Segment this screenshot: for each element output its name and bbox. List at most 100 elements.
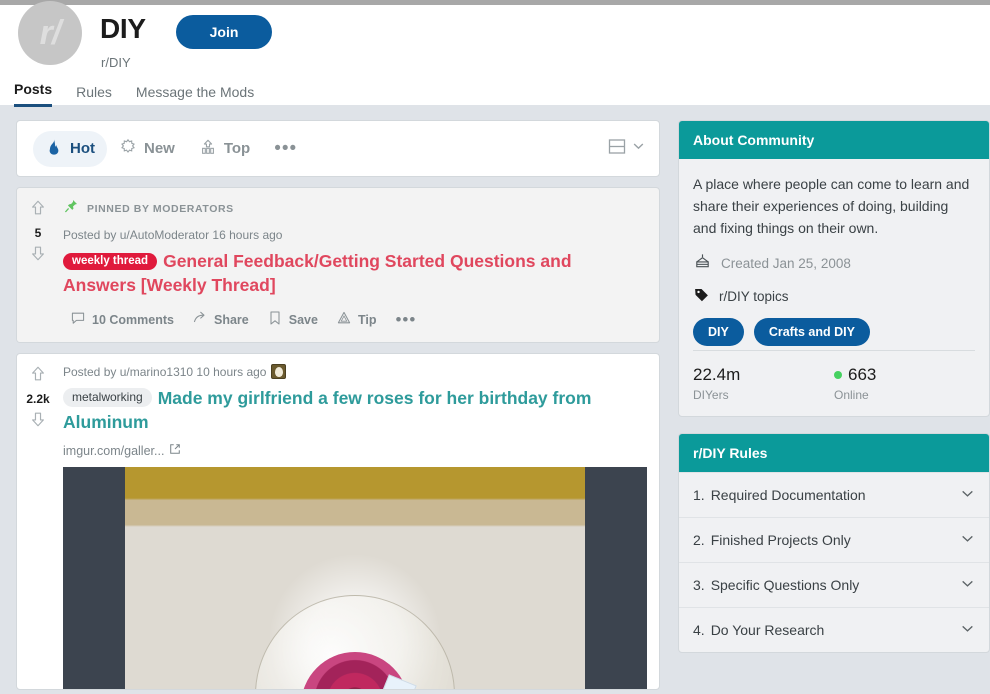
vote-count: 5 (34, 226, 42, 240)
post-flair[interactable]: metalworking (63, 388, 152, 407)
post-actions: 10 Comments Share Save Tip ••• (63, 306, 647, 342)
created-date-text: Created Jan 25, 2008 (721, 255, 851, 271)
flame-icon (45, 138, 63, 160)
share-icon (192, 310, 208, 329)
sidebar-divider (693, 350, 975, 351)
tag-icon (693, 286, 710, 306)
tip-label: Tip (357, 312, 377, 327)
rule-item-4[interactable]: 4. Do Your Research (679, 607, 989, 652)
sort-option-top[interactable]: Top (187, 131, 262, 167)
sort-option-hot-label: Hot (70, 140, 95, 157)
vote-column: 2.2k (17, 354, 59, 689)
rule-text-2: 2. Finished Projects Only (693, 532, 851, 548)
post-card-aluminum-roses[interactable]: 2.2k Posted by u/marino1310 10 hours ago… (16, 353, 660, 690)
sort-more-button[interactable]: ••• (262, 139, 309, 158)
rule-item-2[interactable]: 2. Finished Projects Only (679, 517, 989, 562)
rule-label-2: Finished Projects Only (710, 532, 851, 548)
stat-diyers: 22.4m DIYers (693, 365, 834, 402)
rule-label-3: Specific Questions Only (710, 577, 860, 593)
share-label: Share (213, 312, 249, 327)
tab-rules[interactable]: Rules (76, 84, 112, 107)
post-body: PINNED BY MODERATORS Posted by u/AutoMod… (59, 188, 659, 342)
rule-number-4: 4. (693, 622, 705, 638)
about-community-card: About Community A place where people can… (678, 120, 990, 417)
about-community-heading: About Community (679, 121, 989, 159)
view-mode-selector[interactable] (607, 136, 645, 161)
topics-label: r/DIY topics (719, 288, 789, 304)
pinned-label: PINNED BY MODERATORS (87, 202, 234, 215)
downvote-icon[interactable] (29, 410, 47, 433)
rule-label-4: Do Your Research (710, 622, 825, 638)
chevron-down-icon[interactable] (960, 531, 975, 549)
sort-option-top-label: Top (223, 140, 251, 157)
chevron-down-icon[interactable] (960, 486, 975, 504)
post-feed: Hot New Top ••• 5 PINNED BY MODERATORS P… (16, 120, 660, 690)
post-meta: Posted by u/AutoModerator 16 hours ago (63, 228, 647, 242)
post-flair[interactable]: weekly thread (63, 253, 158, 270)
vote-column: 5 (17, 188, 59, 342)
downvote-icon[interactable] (29, 244, 47, 267)
post-title-line: weekly thread General Feedback/Getting St… (63, 249, 647, 297)
save-label: Save (288, 312, 318, 327)
community-header: r/ DIY Join r/DIY Posts Rules Message th… (0, 1, 990, 107)
external-link-icon (169, 443, 181, 458)
page-title: DIY (100, 13, 146, 44)
stat-online-value: 663 (848, 365, 877, 384)
created-date-row: Created Jan 25, 2008 (693, 252, 975, 274)
vote-count: 2.2k (26, 392, 50, 406)
save-button[interactable]: Save (260, 306, 325, 333)
stat-diyers-value: 22.4m (693, 365, 741, 384)
cake-icon (693, 252, 712, 274)
stat-online-label: Online (834, 388, 869, 402)
tip-icon (336, 310, 352, 329)
post-card-pinned[interactable]: 5 PINNED BY MODERATORS Posted by u/AutoM… (16, 187, 660, 343)
stat-online: 663 Online (834, 365, 975, 402)
tab-posts[interactable]: Posts (14, 81, 53, 107)
post-meta-text[interactable]: Posted by u/marino1310 10 hours ago (63, 365, 266, 379)
stat-diyers-label: DIYers (693, 388, 729, 402)
tip-button[interactable]: Tip (329, 306, 384, 333)
comments-label: 10 Comments (92, 312, 174, 327)
sort-option-new-label: New (144, 140, 175, 157)
post-more-button[interactable]: ••• (387, 311, 424, 328)
sort-bar: Hot New Top ••• (16, 120, 660, 177)
rule-number-3: 3. (693, 577, 705, 593)
card-view-icon (607, 136, 627, 161)
stat-online-value-row: 663 (834, 365, 975, 385)
rule-item-1[interactable]: 1. Required Documentation (679, 472, 989, 517)
rules-heading: r/DIY Rules (679, 434, 989, 472)
award-badge-icon[interactable] (271, 364, 287, 379)
community-stats: 22.4m DIYers 663 Online (693, 365, 975, 402)
about-description: A place where people can come to learn a… (693, 176, 970, 236)
share-button[interactable]: Share (185, 306, 256, 333)
topic-pill-crafts-and-diy[interactable]: Crafts and DIY (753, 318, 870, 346)
rule-text-4: 4. Do Your Research (693, 622, 824, 638)
upvote-icon[interactable] (29, 365, 47, 388)
rule-text-1: 1. Required Documentation (693, 487, 866, 503)
rules-card: r/DIY Rules 1. Required Documentation 2.… (678, 433, 990, 653)
chart-up-icon (199, 138, 217, 160)
upvote-icon[interactable] (29, 199, 47, 222)
topic-pill-diy[interactable]: DIY (693, 318, 744, 346)
post-body: Posted by u/marino1310 10 hours ago meta… (59, 354, 659, 689)
chevron-down-icon[interactable] (960, 576, 975, 594)
sidebar: About Community A place where people can… (678, 120, 990, 669)
online-status-dot-icon (834, 371, 842, 379)
chevron-down-icon[interactable] (960, 621, 975, 639)
post-image[interactable] (63, 467, 647, 689)
sort-option-new[interactable]: New (107, 131, 187, 167)
main-content: Hot New Top ••• 5 PINNED BY MODERATORS P… (0, 105, 990, 694)
post-meta-text[interactable]: Posted by u/AutoModerator 16 hours ago (63, 228, 282, 242)
sort-option-hot[interactable]: Hot (33, 130, 107, 167)
rule-text-3: 3. Specific Questions Only (693, 577, 859, 593)
tab-message-the-mods[interactable]: Message the Mods (136, 84, 254, 107)
chevron-down-icon (632, 140, 645, 158)
post-meta: Posted by u/marino1310 10 hours ago (63, 364, 647, 379)
comment-icon (70, 310, 86, 329)
pinned-banner: PINNED BY MODERATORS (63, 198, 647, 219)
comments-button[interactable]: 10 Comments (63, 306, 181, 333)
rule-label-1: Required Documentation (710, 487, 866, 503)
join-button[interactable]: Join (176, 15, 272, 49)
post-external-link[interactable]: imgur.com/galler... (63, 443, 647, 458)
rule-item-3[interactable]: 3. Specific Questions Only (679, 562, 989, 607)
